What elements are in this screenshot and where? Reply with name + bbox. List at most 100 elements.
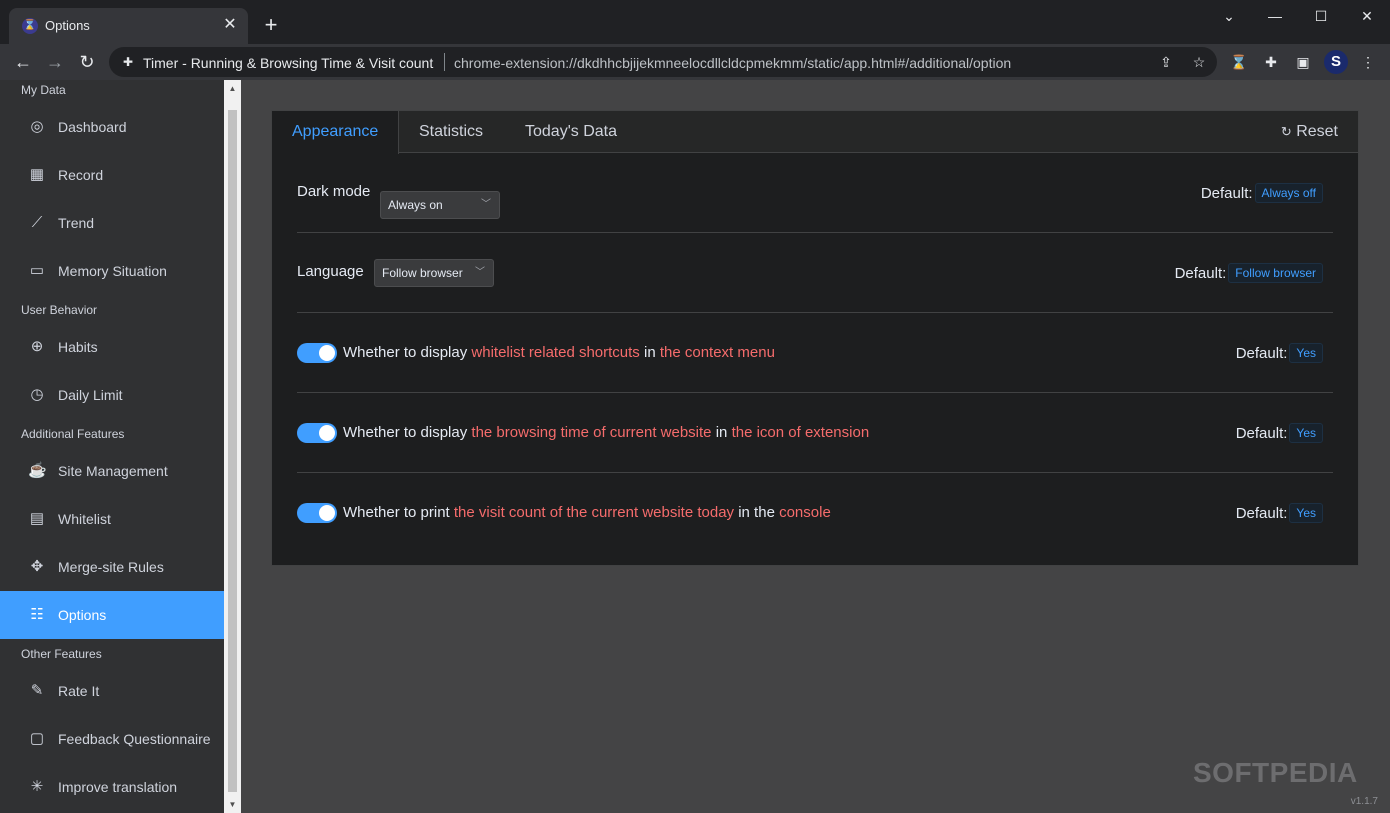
sidebar-nav: My Data ◎ Dashboard ▦ Record ⟋ Trend ▭ M… <box>0 80 224 813</box>
tab-title: Options <box>45 18 90 33</box>
highlight-text: the icon of extension <box>731 424 870 441</box>
sidebar-item-rate-it[interactable]: ✎ Rate It <box>0 667 224 715</box>
tab-appearance[interactable]: Appearance <box>272 111 400 154</box>
sidebar-item-label: Daily Limit <box>58 387 123 403</box>
sidebar-item-label: Improve translation <box>58 779 178 795</box>
timer-extension-icon[interactable]: ⌛ <box>1229 52 1249 72</box>
side-panel-icon[interactable]: ▣ <box>1293 52 1313 72</box>
tab-todays-data[interactable]: Today's Data <box>505 111 637 153</box>
profile-avatar[interactable]: S <box>1324 50 1348 74</box>
stopwatch-icon: ◷ <box>30 386 44 403</box>
sidebar-item-label: Site Management <box>58 463 168 479</box>
refresh-icon: ↻ <box>1280 124 1292 139</box>
dark-mode-default: Default: Always off <box>1201 183 1323 205</box>
sidebar-scrollbar[interactable]: ▲ ▼ <box>224 80 241 813</box>
switch-knob <box>319 505 335 521</box>
badge-default: Default: Yes <box>1236 423 1323 445</box>
options-icon: ☷ <box>30 606 44 623</box>
badge-switch[interactable] <box>297 423 337 443</box>
browser-window: ⌛ Options ✕ + ⌄ — ☐ ✕ ← → ↻ ✚ Timer - Ru… <box>0 0 1390 813</box>
sidebar-item-label: Merge-site Rules <box>58 559 164 575</box>
new-tab-button[interactable]: + <box>259 14 283 38</box>
highlight-text: the browsing time of current website <box>471 424 712 441</box>
sidebar-item-options[interactable]: ☷ Options <box>0 591 224 639</box>
highlight-text: the visit count of the current website t… <box>453 504 735 521</box>
console-row: Whether to print the visit count of the … <box>297 473 1333 553</box>
rank-arrows-icon: ✥ <box>30 558 44 575</box>
sidebar-item-label: Habits <box>58 339 98 355</box>
default-tag: Yes <box>1289 503 1323 523</box>
text-part: Whether to display <box>343 424 468 441</box>
extension-puzzle-icon: ✚ <box>122 55 134 69</box>
hourglass-icon: ⌛ <box>22 18 38 34</box>
address-divider <box>444 53 445 71</box>
context-menu-switch[interactable] <box>297 343 337 363</box>
text-part: in <box>643 344 656 361</box>
scroll-thumb[interactable] <box>228 110 237 792</box>
trend-chart-icon: ⟋ <box>31 214 43 231</box>
sidebar-item-dashboard[interactable]: ◎ Dashboard <box>0 103 224 151</box>
scroll-down-arrow-icon[interactable]: ▼ <box>224 796 241 813</box>
forward-icon[interactable]: → <box>41 48 69 76</box>
sidebar-item-improve-translation[interactable]: ✳ Improve translation <box>0 763 224 811</box>
reset-button[interactable]: ↻ Reset <box>1281 111 1338 153</box>
candy-icon: ✎ <box>30 682 44 699</box>
language-select[interactable]: Follow browser ﹀ <box>374 259 494 287</box>
aim-icon: ⊕ <box>30 338 44 355</box>
share-icon[interactable]: ⇪ <box>1157 53 1175 71</box>
sidebar-item-label: Feedback Questionnaire <box>58 731 211 747</box>
coffee-cup-icon: ☕ <box>28 462 47 479</box>
reload-icon[interactable]: ↻ <box>73 48 101 76</box>
sidebar-item-feedback[interactable]: ▢ Feedback Questionnaire <box>0 715 224 763</box>
tab-statistics[interactable]: Statistics <box>399 111 503 153</box>
dark-mode-value: Always on <box>388 198 443 212</box>
sidebar-group-my-data: My Data <box>21 83 66 97</box>
minimize-button[interactable]: — <box>1252 4 1298 28</box>
switch-knob <box>319 425 335 441</box>
address-page-title: Timer - Running & Browsing Time & Visit … <box>143 55 434 71</box>
address-bar[interactable]: ✚ Timer - Running & Browsing Time & Visi… <box>109 47 1217 77</box>
sidebar-item-daily-limit[interactable]: ◷ Daily Limit <box>0 371 224 419</box>
sidebar-item-habits[interactable]: ⊕ Habits <box>0 323 224 371</box>
chevron-down-icon: ﹀ <box>475 267 485 278</box>
bookmark-star-icon[interactable]: ☆ <box>1190 53 1208 71</box>
language-row: Language Follow browser ﹀ Default: Follo… <box>297 233 1333 313</box>
sidebar-item-site-management[interactable]: ☕ Site Management <box>0 447 224 495</box>
console-switch[interactable] <box>297 503 337 523</box>
dark-mode-select[interactable]: Always on ﹀ <box>380 191 500 219</box>
sidebar-item-memory[interactable]: ▭ Memory Situation <box>0 247 224 295</box>
title-bar: ⌛ Options ✕ + ⌄ — ☐ ✕ <box>0 0 1390 44</box>
sidebar-item-label: Options <box>58 607 107 623</box>
default-tag: Yes <box>1289 343 1323 363</box>
dark-mode-row: Dark mode Always on ﹀ Default: Always of… <box>297 153 1333 233</box>
browser-tab[interactable]: ⌛ Options ✕ <box>9 8 248 44</box>
maximize-button[interactable]: ☐ <box>1298 4 1344 28</box>
console-text: Whether to print the visit count of the … <box>343 504 831 521</box>
language-value: Follow browser <box>382 266 463 280</box>
default-label: Default: <box>1174 265 1227 282</box>
tab-search-icon[interactable]: ⌄ <box>1206 4 1252 28</box>
switch-knob <box>319 345 335 361</box>
version-label: v1.1.7 <box>1350 796 1378 807</box>
sidebar-group-other: Other Features <box>21 647 102 661</box>
scroll-up-arrow-icon[interactable]: ▲ <box>224 80 241 97</box>
context-menu-default: Default: Yes <box>1236 343 1323 365</box>
sidebar-item-merge-rules[interactable]: ✥ Merge-site Rules <box>0 543 224 591</box>
sidebar-item-label: Record <box>58 167 104 183</box>
sidebar-group-user-behavior: User Behavior <box>21 303 98 317</box>
menu-dots-icon[interactable]: ⋮ <box>1358 52 1378 72</box>
badge-text: Whether to display the browsing time of … <box>343 424 869 441</box>
close-window-button[interactable]: ✕ <box>1344 4 1390 28</box>
default-tag: Follow browser <box>1228 263 1323 283</box>
back-icon[interactable]: ← <box>9 48 37 76</box>
close-tab-icon[interactable]: ✕ <box>220 15 240 35</box>
default-tag: Always off <box>1254 183 1323 203</box>
sidebar-item-record[interactable]: ▦ Record <box>0 151 224 199</box>
compass-icon: ◎ <box>30 118 44 135</box>
language-default: Default: Follow browser <box>1175 263 1323 285</box>
sidebar-item-label: Rate It <box>58 683 100 699</box>
sidebar-item-trend[interactable]: ⟋ Trend <box>0 199 224 247</box>
text-part: in the <box>738 504 775 521</box>
extensions-icon[interactable]: ✚ <box>1261 52 1281 72</box>
sidebar-item-whitelist[interactable]: ▤ Whitelist <box>0 495 224 543</box>
